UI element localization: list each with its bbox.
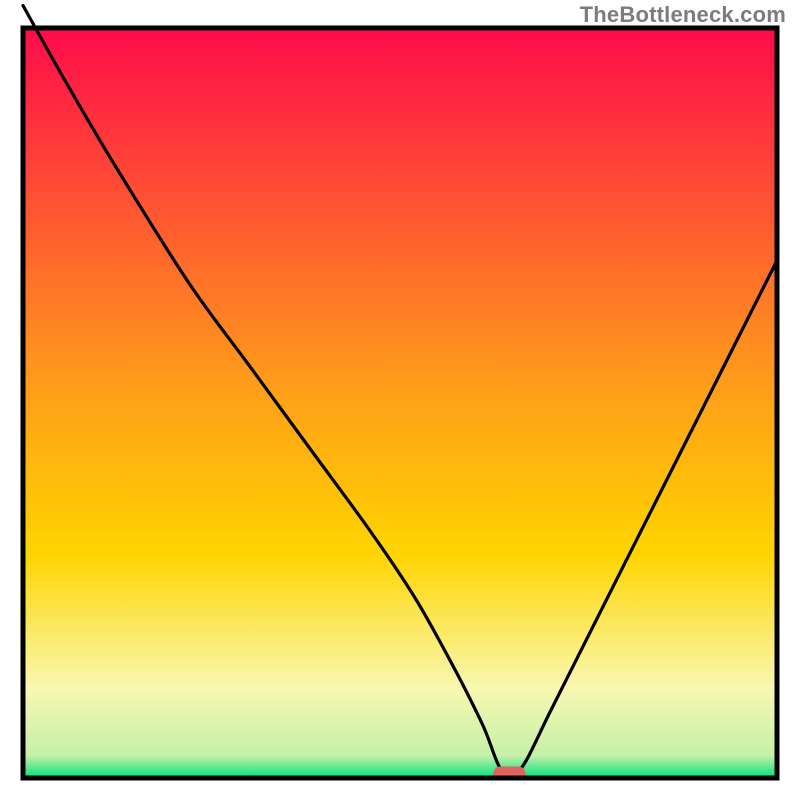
chart-container: TheBottleneck.com: [0, 0, 800, 800]
watermark-text: TheBottleneck.com: [580, 2, 786, 28]
bottleneck-chart: [0, 0, 800, 800]
chart-background: [23, 28, 777, 778]
